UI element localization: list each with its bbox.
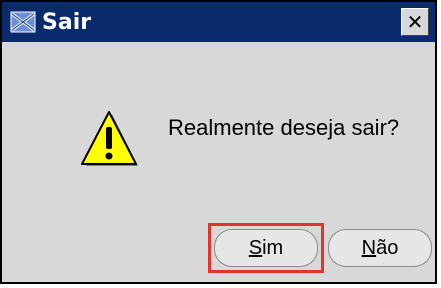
app-icon (10, 11, 36, 33)
close-button[interactable]: ✕ (401, 8, 429, 36)
yes-mnemonic: S (248, 236, 263, 259)
dialog-message: Realmente deseja sair? (168, 115, 400, 140)
warning-icon (81, 111, 138, 166)
yes-label-rest: im (262, 236, 284, 259)
title-bar[interactable]: Sair ✕ (2, 2, 435, 42)
no-label-rest: ão (376, 236, 399, 259)
dialog-title: Sair (42, 10, 92, 35)
close-icon: ✕ (406, 10, 424, 34)
dialog-window: Sair ✕ Realmente deseja sair? Sim Não (0, 0, 437, 284)
yes-button[interactable]: Sim (214, 229, 318, 267)
no-button[interactable]: Não (328, 229, 432, 267)
no-mnemonic: N (361, 236, 377, 259)
